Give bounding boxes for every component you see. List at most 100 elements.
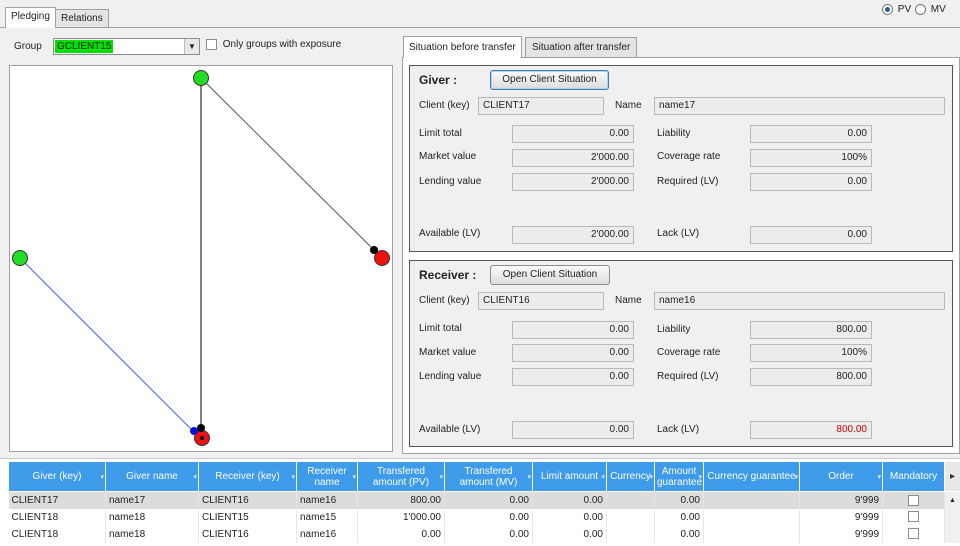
scroll-right-icon[interactable]: ▸ xyxy=(944,461,960,492)
giver-open-situation-button[interactable]: Open Client Situation xyxy=(490,70,609,90)
mv-radio-dot[interactable] xyxy=(915,4,926,15)
group-dropdown[interactable]: GCLIENT15 ▼ xyxy=(53,38,200,55)
node-green-left[interactable] xyxy=(12,250,28,266)
giver-name-field[interactable]: name17 xyxy=(654,97,945,115)
column-header-label: Order xyxy=(828,471,854,482)
receiver-available-field[interactable]: 0.00 xyxy=(512,421,634,439)
pv-radio-dot[interactable] xyxy=(882,4,893,15)
tab-relations[interactable]: Relations xyxy=(55,9,109,28)
cell-order: 9'999 xyxy=(799,508,883,526)
scrollbar-track[interactable] xyxy=(944,525,960,543)
mandatory-checkbox[interactable] xyxy=(908,511,919,523)
table-row[interactable]: CLIENT17 name17 CLIENT16 name16 800.00 0… xyxy=(8,491,960,509)
column-header[interactable]: Currency guarantee ▾ xyxy=(703,461,800,492)
column-header[interactable]: Receiver (key) ▾ xyxy=(198,461,297,492)
receiver-liability-field[interactable]: 800.00 xyxy=(750,321,872,339)
cell-order: 9'999 xyxy=(799,525,883,543)
cell-limit-amount: 0.00 xyxy=(532,525,607,543)
column-header-label: Giver name xyxy=(126,471,178,482)
only-exposure-label: Only groups with exposure xyxy=(222,39,342,51)
scrollbar-track[interactable] xyxy=(944,508,960,526)
mandatory-checkbox[interactable] xyxy=(908,494,919,506)
column-header[interactable]: Amount guarantee ▾ xyxy=(654,461,704,492)
cell-receiver-name: name16 xyxy=(296,525,358,543)
receiver-lending-value-label: Lending value xyxy=(419,371,482,382)
giver-liability-field[interactable]: 0.00 xyxy=(750,125,872,143)
relation-graph[interactable] xyxy=(9,65,393,452)
sort-icon[interactable]: ▾ xyxy=(291,472,295,483)
giver-required-label: Required (LV) xyxy=(657,176,719,187)
column-header[interactable]: Transfered amount (PV) ▾ xyxy=(357,461,445,492)
column-header[interactable]: Giver (key) ▾ xyxy=(8,461,106,492)
cell-giver-key: CLIENT18 xyxy=(8,525,106,543)
column-header[interactable]: Mandatory xyxy=(882,461,945,492)
mv-label: MV xyxy=(930,4,946,16)
giver-title: Giver : xyxy=(419,73,458,87)
cell-receiver-name: name15 xyxy=(296,508,358,526)
receiver-client-key-field[interactable]: CLIENT16 xyxy=(478,292,604,310)
column-header[interactable]: Order ▾ xyxy=(799,461,883,492)
receiver-required-field[interactable]: 800.00 xyxy=(750,368,872,386)
sort-icon[interactable]: ▾ xyxy=(698,472,702,483)
node-green-top[interactable] xyxy=(193,70,209,86)
sort-icon[interactable]: ▾ xyxy=(877,472,881,483)
chevron-down-icon[interactable]: ▼ xyxy=(184,39,199,54)
column-header[interactable]: Transfered amount (MV) ▾ xyxy=(444,461,533,492)
only-exposure-checkbox[interactable]: Only groups with exposure xyxy=(206,39,341,50)
giver-market-value-label: Market value xyxy=(419,151,477,162)
column-header[interactable]: Limit amount ▾ xyxy=(532,461,607,492)
receiver-name-field[interactable]: name16 xyxy=(654,292,945,310)
sort-icon[interactable]: ▾ xyxy=(100,472,104,483)
receiver-coverage-rate-field[interactable]: 100% xyxy=(750,344,872,362)
mv-radio[interactable]: MV xyxy=(915,4,946,15)
relation-graph-canvas xyxy=(12,70,390,446)
sort-icon[interactable]: ▾ xyxy=(439,472,443,483)
sort-icon[interactable]: ▾ xyxy=(527,472,531,483)
column-header[interactable]: Currency ▾ xyxy=(606,461,655,492)
transfer-table: Giver (key) ▾ Giver name ▾ Receiver (key) ▾… xyxy=(8,461,960,543)
tab-pledging[interactable]: Pledging xyxy=(5,7,56,28)
mandatory-checkbox[interactable] xyxy=(908,528,919,540)
giver-available-field[interactable]: 2'000.00 xyxy=(512,226,634,244)
table-row[interactable]: CLIENT18 name18 CLIENT16 name16 0.00 0.0… xyxy=(8,525,960,543)
giver-market-value-field[interactable]: 2'000.00 xyxy=(512,149,634,167)
receiver-lending-value-field[interactable]: 0.00 xyxy=(512,368,634,386)
scrollbar-up-icon[interactable]: ▲ xyxy=(944,491,960,509)
cell-transfered-mv: 0.00 xyxy=(444,491,533,509)
tab-situation-after[interactable]: Situation after transfer xyxy=(525,37,638,58)
receiver-lack-field[interactable]: 800.00 xyxy=(750,421,872,439)
receiver-market-value-field[interactable]: 0.00 xyxy=(512,344,634,362)
column-header[interactable]: Receiver name ▾ xyxy=(296,461,358,492)
sort-icon[interactable]: ▾ xyxy=(649,472,653,483)
giver-lending-value-field[interactable]: 2'000.00 xyxy=(512,173,634,191)
giver-required-field[interactable]: 0.00 xyxy=(750,173,872,191)
cell-order: 9'999 xyxy=(799,491,883,509)
sort-icon[interactable]: ▾ xyxy=(601,472,605,483)
cell-receiver-key: CLIENT16 xyxy=(198,525,297,543)
sort-icon[interactable]: ▾ xyxy=(794,472,798,483)
receiver-open-situation-button[interactable]: Open Client Situation xyxy=(490,265,610,285)
pv-radio[interactable]: PV xyxy=(882,4,911,15)
receiver-limit-total-field[interactable]: 0.00 xyxy=(512,321,634,339)
cell-currency xyxy=(606,491,655,509)
giver-lack-field[interactable]: 0.00 xyxy=(750,226,872,244)
cell-amount-guarantee: 0.00 xyxy=(654,525,704,543)
cell-mandatory xyxy=(882,508,945,526)
giver-client-key-field[interactable]: CLIENT17 xyxy=(478,97,604,115)
cell-giver-name: name18 xyxy=(105,525,199,543)
cell-receiver-name: name16 xyxy=(296,491,358,509)
giver-coverage-rate-field[interactable]: 100% xyxy=(750,149,872,167)
tab-situation-before[interactable]: Situation before transfer xyxy=(403,36,522,58)
receiver-name-label: Name xyxy=(615,295,642,306)
giver-limit-total-field[interactable]: 0.00 xyxy=(512,125,634,143)
table-row[interactable]: CLIENT18 name18 CLIENT15 name15 1'000.00… xyxy=(8,508,960,526)
receiver-title: Receiver : xyxy=(419,268,477,282)
column-header-label: Transfered amount (PV) xyxy=(372,465,430,488)
giver-name-label: Name xyxy=(615,100,642,111)
only-exposure-check[interactable] xyxy=(206,39,217,50)
column-header[interactable]: Giver name ▾ xyxy=(105,461,199,492)
sort-icon[interactable]: ▾ xyxy=(193,472,197,483)
cell-transfered-pv: 0.00 xyxy=(357,525,445,543)
sort-icon[interactable]: ▾ xyxy=(352,472,356,483)
column-header-label: Currency guarantee xyxy=(707,471,796,482)
